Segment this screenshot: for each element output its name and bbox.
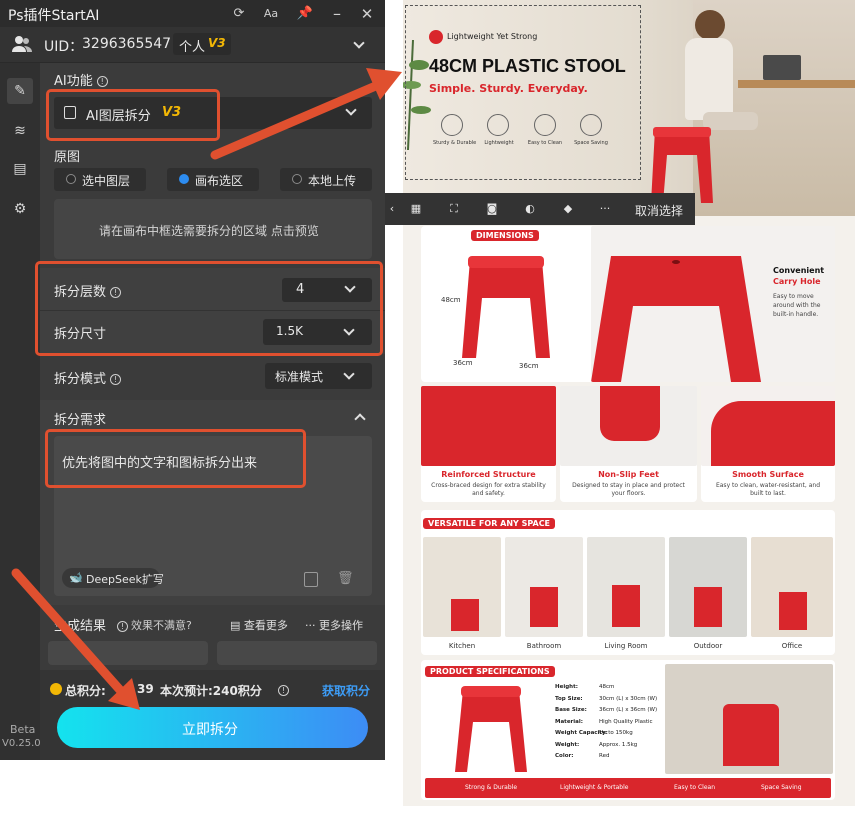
annotation-arrows xyxy=(11,68,402,710)
arrow-to-canvas xyxy=(210,77,390,160)
arrow-to-button xyxy=(11,568,125,695)
